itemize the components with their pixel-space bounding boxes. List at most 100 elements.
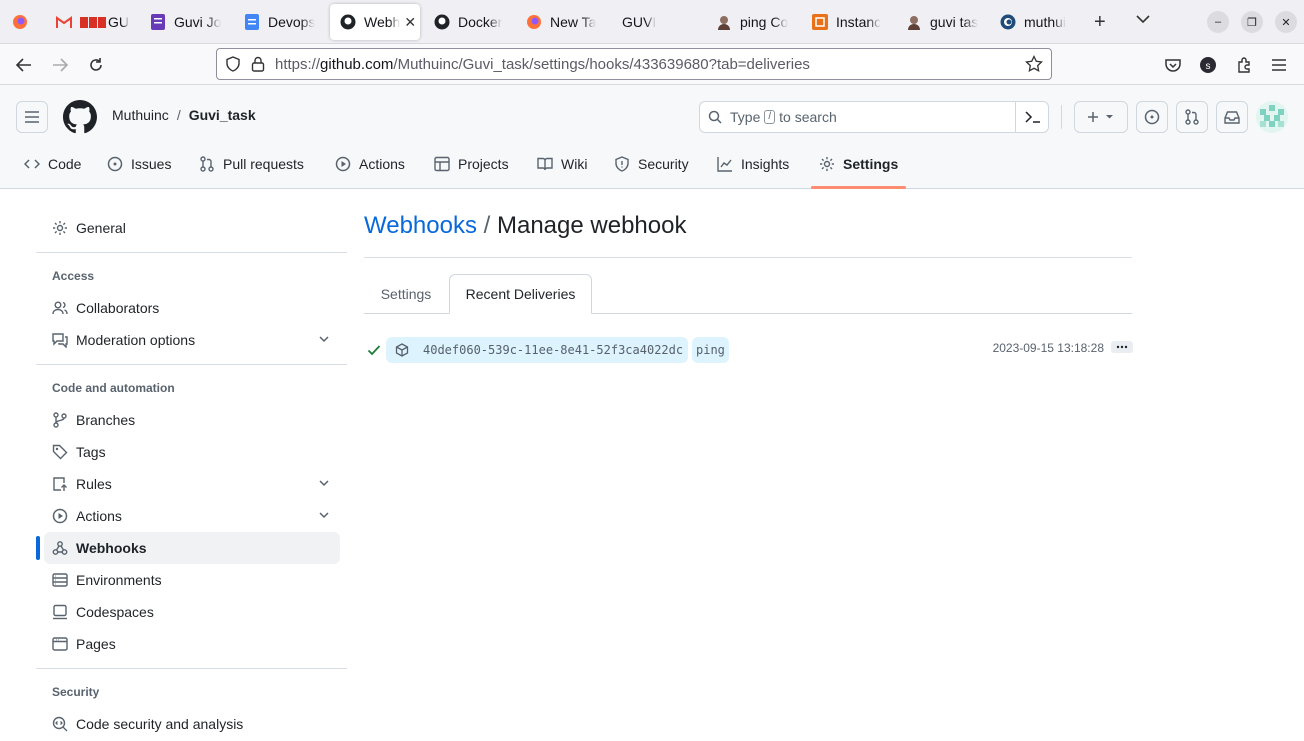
github-header: Muthuinc / Guvi_task Type / to search Co… [0,85,1304,189]
browser-tab-instance[interactable]: Instanc [802,4,894,40]
sidebar-item-label: Collaborators [76,300,160,316]
sidebar-item-label: Code security and analysis [76,716,244,732]
repo-nav-label: Security [638,156,689,172]
sidebar-item-branches[interactable]: Branches [44,404,340,436]
repo-nav-label: Insights [741,156,790,172]
restore-icon[interactable]: ❐ [1241,11,1263,33]
url-prefix: https:// [275,55,321,73]
lock-icon[interactable] [251,56,265,72]
inbox-icon [1224,111,1240,124]
repo-nav-security[interactable]: Security [614,147,689,181]
sidebar-item-general[interactable]: General [44,212,340,244]
repo-name-link[interactable]: Guvi_task [189,107,256,123]
browser-icon [52,637,68,651]
tab-label: Webh [364,14,401,30]
chevron-down-icon [319,512,329,519]
bookmark-star-icon[interactable] [1025,55,1043,73]
browser-tab-new[interactable]: New Ta [516,4,608,40]
browser-tab-muthuinc[interactable]: muthui [990,4,1080,40]
git-branch-icon [53,412,67,428]
window-close-icon[interactable]: ✕ [1275,11,1297,33]
back-arrow-icon[interactable] [11,52,37,78]
breadcrumb-separator: / [483,212,491,239]
command-palette-icon[interactable] [1015,102,1049,132]
sidebar-heading-security: Security [52,685,100,699]
new-tab-plus-icon[interactable]: + [1094,12,1106,32]
github-icon [434,14,450,30]
browser-tab-webhooks-active[interactable]: Webh ✕ [330,4,420,40]
create-new-button[interactable] [1074,101,1128,133]
repo-nav-label: Projects [458,156,509,172]
issues-button[interactable] [1136,101,1168,133]
inbox-button[interactable] [1216,101,1248,133]
sidebar-item-tags[interactable]: Tags [44,436,340,468]
delivery-guid-label[interactable]: 40def060-539c-11ee-8e41-52f3ca4022dc [386,337,688,363]
more-options-button[interactable] [1111,341,1133,353]
plus-dropdown-icon [1088,112,1113,122]
github-logo-icon[interactable] [63,100,97,134]
tab-label: ping Co [740,14,789,30]
sidebar-item-environments[interactable]: Environments [44,564,340,596]
sidebar-item-actions[interactable]: Actions [44,500,340,532]
aws-icon [812,14,828,30]
repo-breadcrumb: Muthuinc / Guvi_task [112,107,256,123]
browser-tab-gmail[interactable]: GU [46,4,134,40]
pull-request-icon [200,156,214,172]
extensions-icon[interactable] [1231,52,1257,78]
search-input[interactable]: Type / to search [699,101,1049,133]
sidebar-item-code-security[interactable]: Code security and analysis [44,708,340,740]
webhook-icon [52,541,68,555]
active-tab-underline [811,186,906,189]
book-icon [537,157,553,171]
repo-nav-pull-requests[interactable]: Pull requests [199,147,304,181]
tracking-shield-icon[interactable] [225,56,241,72]
url-bar[interactable]: https://github.com/Muthuinc/Guvi_task/se… [216,48,1052,80]
page-title: Webhooks / Manage webhook [364,212,686,240]
browser-tab-guvi-task[interactable]: guvi tas [896,4,988,40]
browser-tab-guvi[interactable]: GUVI [612,4,702,40]
url-host: github.com [320,55,394,73]
user-avatar-icon[interactable] [1256,101,1288,133]
global-nav-menu-button[interactable] [16,101,48,133]
browser-tab-docs[interactable]: Devops [234,4,324,40]
repo-nav-actions[interactable]: Actions [335,147,405,181]
sidebar-item-rules[interactable]: Rules [44,468,340,500]
minimize-icon[interactable]: – [1207,11,1229,33]
repo-owner-link[interactable]: Muthuinc [112,107,169,123]
repo-nav-issues[interactable]: Issues [107,147,171,181]
forward-arrow-icon[interactable] [47,52,73,78]
browser-tab-ping[interactable]: ping Co [706,4,798,40]
browser-tab-forms[interactable]: Guvi Jo [140,4,230,40]
repo-nav-insights[interactable]: Insights [717,147,789,181]
sidebar-item-codespaces[interactable]: Codespaces [44,596,340,628]
sidebar-item-collaborators[interactable]: Collaborators [44,292,340,324]
repo-nav-label: Actions [359,156,405,172]
code-icon [24,159,40,169]
breadcrumb-webhooks-link[interactable]: Webhooks [364,212,477,239]
repo-nav-code[interactable]: Code [24,147,81,181]
gmail-icon [56,14,72,30]
hamburger-menu-icon[interactable] [1266,52,1292,78]
browser-tab-docker[interactable]: Docker [424,4,516,40]
repo-nav-projects[interactable]: Projects [434,147,509,181]
sidebar-heading-code-automation: Code and automation [52,381,175,395]
pocket-icon[interactable] [1160,52,1186,78]
delivery-event: ping [696,343,725,357]
sidebar-item-pages[interactable]: Pages [44,628,340,660]
tab-recent-deliveries[interactable]: Recent Deliveries [449,274,592,314]
close-icon[interactable]: ✕ [404,14,416,31]
account-avatar-icon[interactable]: s [1195,52,1221,78]
sidebar-item-webhooks[interactable]: Webhooks [44,532,340,564]
tab-list-chevron-icon[interactable] [1136,14,1150,24]
tab-label: Devops [268,14,316,30]
reload-icon[interactable] [83,52,109,78]
pull-requests-button[interactable] [1176,101,1208,133]
tab-settings[interactable]: Settings [364,274,448,314]
sidebar-item-label: Pages [76,636,116,652]
repo-nav-wiki[interactable]: Wiki [537,147,587,181]
play-icon [335,156,351,172]
repo-nav-settings[interactable]: Settings [819,147,898,181]
sidebar-item-moderation[interactable]: Moderation options [44,324,340,356]
browser-tab-firefox[interactable] [2,4,38,40]
search-key-hint: / [764,110,776,124]
